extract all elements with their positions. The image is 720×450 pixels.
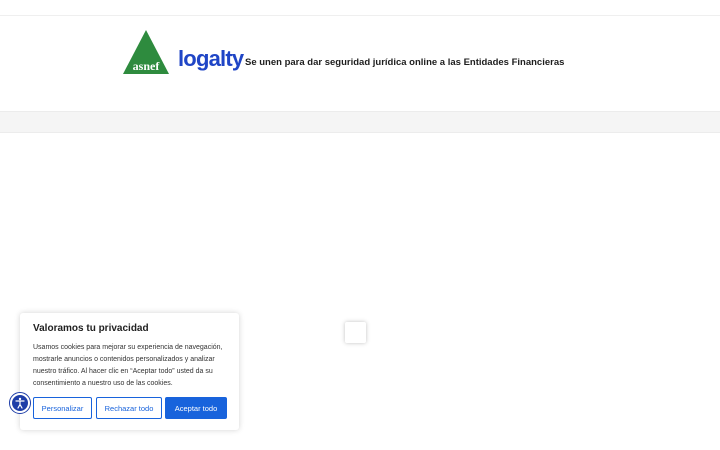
accept-all-button[interactable]: Aceptar todo <box>165 397 227 419</box>
asnef-logo-text: asnef <box>133 59 161 73</box>
logalty-logo: logalty <box>178 46 244 71</box>
accessibility-button[interactable] <box>9 392 31 414</box>
accessibility-icon <box>12 395 28 411</box>
cookie-description: Usamos cookies para mejorar su experienc… <box>33 344 223 387</box>
page-headline: Se unen para dar seguridad jurídica onli… <box>245 57 565 68</box>
loading-indicator <box>345 322 366 343</box>
cookie-consent-banner: Valoramos tu privacidad Usamos cookies p… <box>20 313 239 430</box>
top-strip <box>0 0 720 16</box>
reject-all-button[interactable]: Rechazar todo <box>96 397 162 419</box>
personalize-button[interactable]: Personalizar <box>33 397 92 419</box>
cookie-title: Valoramos tu privacidad <box>33 323 149 334</box>
asnef-logo-icon: asnef <box>123 30 169 74</box>
content-band <box>0 111 720 133</box>
